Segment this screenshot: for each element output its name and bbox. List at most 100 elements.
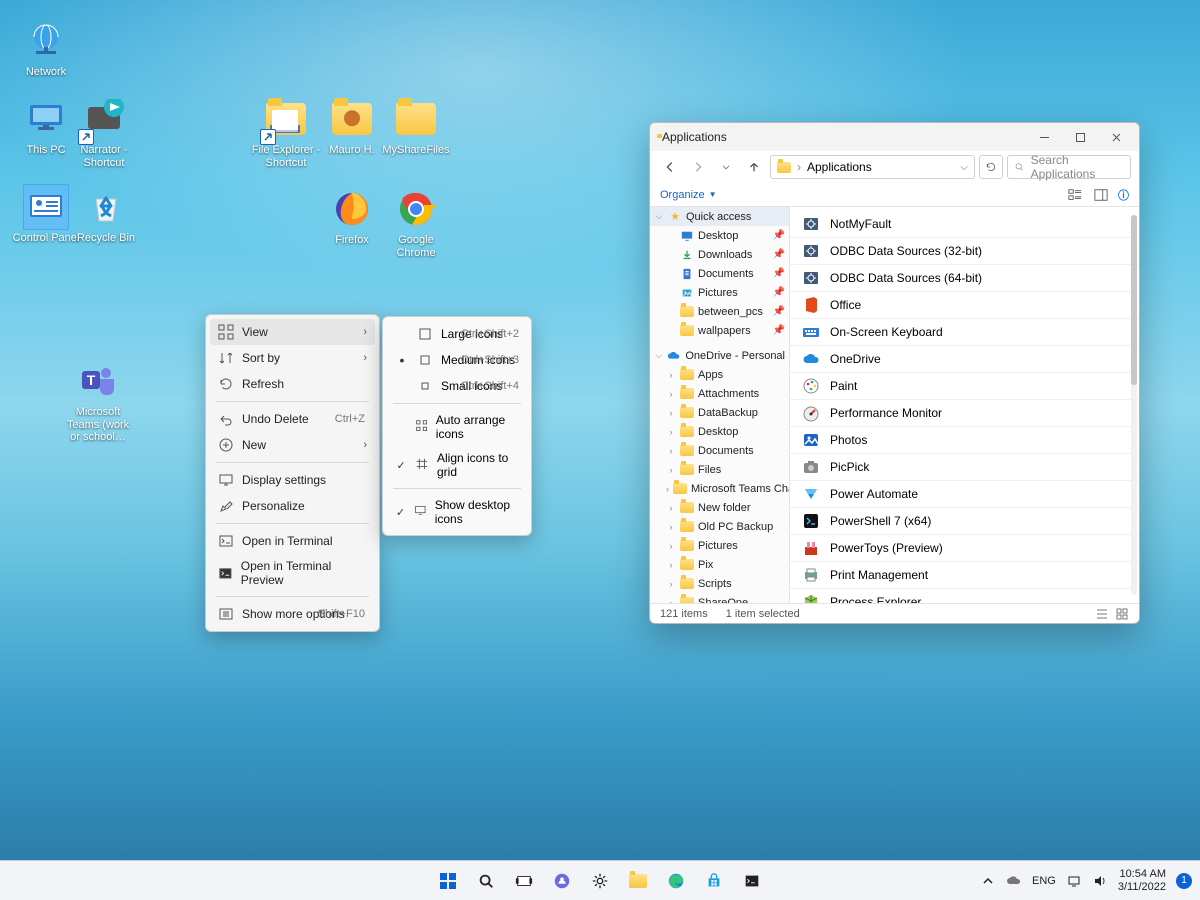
nav-item[interactable]: ›Old PC Backup	[650, 517, 789, 536]
notification-badge[interactable]: 1	[1176, 873, 1192, 889]
view-options-button[interactable]	[1066, 188, 1084, 202]
desktop-icon-chrome[interactable]: Google Chrome	[380, 186, 452, 259]
desktop-icon-network[interactable]: Network	[10, 18, 82, 79]
file-item[interactable]: OneDrive	[790, 346, 1139, 373]
nav-item[interactable]: between_pcs📌	[650, 302, 789, 321]
menu-item-display-settings[interactable]: Display settings	[210, 467, 375, 493]
search-field[interactable]: Search Applications	[1007, 155, 1131, 179]
preview-pane-button[interactable]	[1094, 188, 1108, 202]
edge-button[interactable]	[659, 864, 693, 898]
nav-item[interactable]: ›New folder	[650, 498, 789, 517]
maximize-button[interactable]	[1063, 126, 1097, 148]
nav-item[interactable]: ›Pix	[650, 555, 789, 574]
file-item[interactable]: On-Screen Keyboard	[790, 319, 1139, 346]
menu-item-terminal[interactable]: Open in Terminal	[210, 528, 375, 554]
tray-network-icon[interactable]	[1066, 873, 1082, 889]
explorer-button[interactable]	[621, 864, 655, 898]
nav-item[interactable]: ›Microsoft Teams Chat Files	[650, 479, 789, 498]
submenu-auto-arrange[interactable]: Auto arrange icons	[387, 408, 527, 446]
menu-item-undo-delete[interactable]: Undo DeleteCtrl+Z	[210, 406, 375, 432]
tray-language[interactable]: ENG	[1032, 875, 1056, 887]
desktop-icon-firefox[interactable]: Firefox	[316, 186, 388, 247]
chat-button[interactable]	[545, 864, 579, 898]
desktop-icon-recycle-bin[interactable]: Recycle Bin	[70, 184, 142, 245]
nav-item[interactable]: ›Scripts	[650, 574, 789, 593]
help-button[interactable]: ⓘ	[1118, 187, 1129, 203]
forward-button[interactable]	[686, 155, 710, 179]
menu-item-view[interactable]: View›	[210, 319, 375, 345]
search-button[interactable]	[469, 864, 503, 898]
file-item[interactable]: Process Explorer	[790, 589, 1139, 603]
tray-volume-icon[interactable]	[1092, 873, 1108, 889]
menu-item-sort[interactable]: Sort by›	[210, 345, 375, 371]
menu-item-more-options[interactable]: Show more optionsShift+F10	[210, 601, 375, 627]
details-view-toggle[interactable]	[1095, 607, 1109, 621]
taskbar[interactable]: ENG 10:54 AM 3/11/2022 1	[0, 860, 1200, 900]
desktop-icon-narrator[interactable]: Narrator - Shortcut	[68, 96, 140, 169]
file-item[interactable]: ODBC Data Sources (32-bit)	[790, 238, 1139, 265]
up-button[interactable]	[742, 155, 766, 179]
desktop-icon-file-explorer[interactable]: File Explorer - Shortcut	[250, 96, 322, 169]
nav-onedrive[interactable]: ⌵OneDrive - Personal	[650, 346, 789, 365]
nav-item[interactable]: ›ShareOne	[650, 593, 789, 603]
nav-item[interactable]: ›Documents	[650, 441, 789, 460]
organize-menu[interactable]: Organize▼	[660, 189, 717, 201]
menu-item-new[interactable]: New›	[210, 432, 375, 458]
nav-item[interactable]: ›Attachments	[650, 384, 789, 403]
nav-item[interactable]: Desktop📌	[650, 226, 789, 245]
minimize-button[interactable]	[1027, 126, 1061, 148]
submenu-align-grid[interactable]: ✓ Align icons to grid	[387, 446, 527, 484]
nav-item[interactable]: ›Apps	[650, 365, 789, 384]
file-list[interactable]: NotMyFaultODBC Data Sources (32-bit)ODBC…	[790, 207, 1139, 603]
nav-item[interactable]: ›DataBackup	[650, 403, 789, 422]
store-button[interactable]	[697, 864, 731, 898]
submenu-show-desktop-icons[interactable]: ✓ Show desktop icons	[387, 493, 527, 531]
start-button[interactable]	[431, 864, 465, 898]
nav-item[interactable]: ›Files	[650, 460, 789, 479]
close-button[interactable]	[1099, 126, 1133, 148]
task-view-button[interactable]	[507, 864, 541, 898]
scrollbar[interactable]	[1131, 215, 1137, 595]
titlebar[interactable]: Applications	[650, 123, 1139, 151]
nav-item[interactable]: ›Pictures	[650, 536, 789, 555]
tray-clock[interactable]: 10:54 AM 3/11/2022	[1118, 868, 1166, 892]
settings-button[interactable]	[583, 864, 617, 898]
nav-item[interactable]: wallpapers📌	[650, 321, 789, 340]
recent-dropdown[interactable]	[714, 155, 738, 179]
desktop-icon-mauro[interactable]: Mauro H.	[316, 96, 388, 157]
menu-item-personalize[interactable]: Personalize	[210, 493, 375, 519]
file-item[interactable]: Photos	[790, 427, 1139, 454]
chevron-down-icon[interactable]: ⌵	[960, 162, 968, 173]
file-item[interactable]: PowerToys (Preview)	[790, 535, 1139, 562]
navigation-pane[interactable]: ⌵★Quick access Desktop📌Downloads📌Documen…	[650, 207, 790, 603]
file-item[interactable]: PicPick	[790, 454, 1139, 481]
tray-onedrive-icon[interactable]	[1006, 873, 1022, 889]
file-item[interactable]: PowerShell 7 (x64)	[790, 508, 1139, 535]
nav-item[interactable]: ›Desktop	[650, 422, 789, 441]
file-item[interactable]: Print Management	[790, 562, 1139, 589]
file-item[interactable]: Office	[790, 292, 1139, 319]
file-item[interactable]: Paint	[790, 373, 1139, 400]
scroll-thumb[interactable]	[1131, 215, 1137, 385]
submenu-large-icons[interactable]: Large iconsCtrl+Shift+2	[387, 321, 527, 347]
address-bar[interactable]: › Applications ⌵	[770, 155, 975, 179]
nav-item[interactable]: Downloads📌	[650, 245, 789, 264]
file-item[interactable]: NotMyFault	[790, 211, 1139, 238]
submenu-medium-icons[interactable]: Medium iconsCtrl+Shift+3	[387, 347, 527, 373]
file-item[interactable]: ODBC Data Sources (64-bit)	[790, 265, 1139, 292]
menu-item-terminal-preview[interactable]: Open in Terminal Preview	[210, 554, 375, 592]
submenu-small-icons[interactable]: Small iconsCtrl+Shift+4	[387, 373, 527, 399]
menu-item-refresh[interactable]: Refresh	[210, 371, 375, 397]
breadcrumb[interactable]: Applications	[807, 160, 872, 174]
nav-quick-access[interactable]: ⌵★Quick access	[650, 207, 789, 226]
desktop-icon-teams[interactable]: T Microsoft Teams (work or school…	[62, 358, 134, 444]
file-item[interactable]: Power Automate	[790, 481, 1139, 508]
nav-item[interactable]: Documents📌	[650, 264, 789, 283]
refresh-button[interactable]	[979, 155, 1003, 179]
file-item[interactable]: Performance Monitor	[790, 400, 1139, 427]
terminal-pin-button[interactable]	[735, 864, 769, 898]
icons-view-toggle[interactable]	[1115, 607, 1129, 621]
nav-item[interactable]: Pictures📌	[650, 283, 789, 302]
back-button[interactable]	[658, 155, 682, 179]
tray-chevron-up-icon[interactable]	[980, 873, 996, 889]
